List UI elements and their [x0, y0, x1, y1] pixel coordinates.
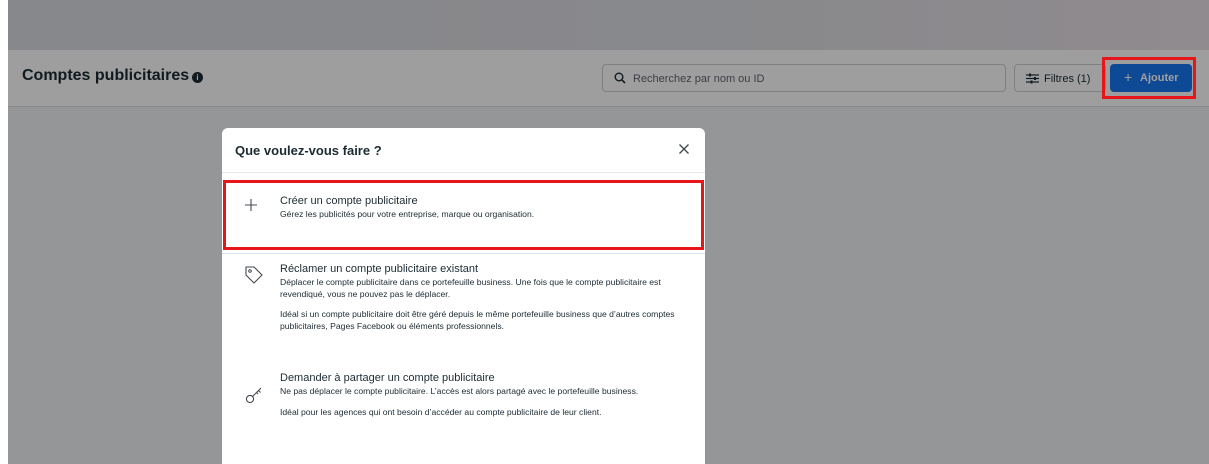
close-icon[interactable]	[676, 141, 692, 157]
option-description: Ne pas déplacer le compte publicitaire. …	[280, 386, 639, 396]
option-recommendation: Idéal si un compte publicitaire doit êtr…	[280, 309, 675, 331]
option-claim-ad-account[interactable]: Réclamer un compte publicitaire existant…	[222, 260, 705, 370]
option-title: Demander à partager un compte publicitai…	[280, 372, 495, 384]
create-option-highlight	[223, 180, 704, 250]
window-edge	[0, 0, 8, 464]
dialog-title: Que voulez-vous faire ?	[235, 143, 382, 158]
tag-icon	[245, 266, 263, 284]
option-divider	[222, 253, 705, 254]
business-manager-page: Comptes publicitaires i Filtres (1) + Aj…	[8, 0, 1209, 464]
option-title: Réclamer un compte publicitaire existant	[280, 263, 479, 275]
key-icon	[245, 387, 262, 404]
option-share-ad-account[interactable]: Demander à partager un compte publicitai…	[222, 371, 705, 461]
dialog-divider	[222, 172, 705, 173]
option-description: Déplacer le compte publicitaire dans ce …	[280, 277, 661, 299]
option-recommendation: Idéal pour les agences qui ont besoin d’…	[280, 407, 602, 417]
add-button-highlight	[1102, 57, 1196, 99]
add-account-dialog: Que voulez-vous faire ? Créer un compte …	[222, 128, 705, 464]
